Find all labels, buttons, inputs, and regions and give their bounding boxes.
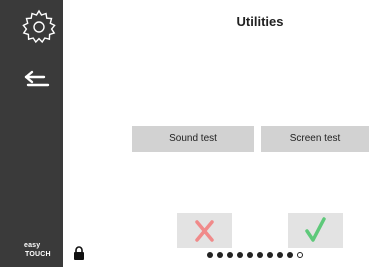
- page-dot[interactable]: [207, 252, 213, 258]
- checkmark-icon: [305, 217, 326, 242]
- page-dot[interactable]: [217, 252, 223, 258]
- brand-line-2: TOUCH: [25, 251, 51, 258]
- page-dot[interactable]: [277, 252, 283, 258]
- page-dot[interactable]: [247, 252, 253, 258]
- lock-icon[interactable]: [73, 246, 85, 260]
- page-indicator: [207, 252, 303, 258]
- sound-test-button[interactable]: Sound test: [132, 126, 254, 152]
- page-dot[interactable]: [287, 252, 293, 258]
- page-dot[interactable]: [297, 252, 303, 258]
- back-arrow-icon[interactable]: [22, 68, 54, 90]
- brand-line-1: easy: [24, 242, 41, 249]
- page-title: Utilities: [236, 14, 284, 29]
- page-dot[interactable]: [227, 252, 233, 258]
- gear-icon[interactable]: [19, 7, 59, 47]
- page-dot[interactable]: [237, 252, 243, 258]
- brand-logo: easy TOUCH: [24, 241, 51, 259]
- page-dot[interactable]: [257, 252, 263, 258]
- sidebar: easy TOUCH: [0, 0, 63, 267]
- screen-test-button[interactable]: Screen test: [261, 126, 369, 152]
- confirm-button[interactable]: [288, 213, 343, 248]
- x-icon: [195, 220, 214, 242]
- cancel-button[interactable]: [177, 213, 232, 248]
- page-dot[interactable]: [267, 252, 273, 258]
